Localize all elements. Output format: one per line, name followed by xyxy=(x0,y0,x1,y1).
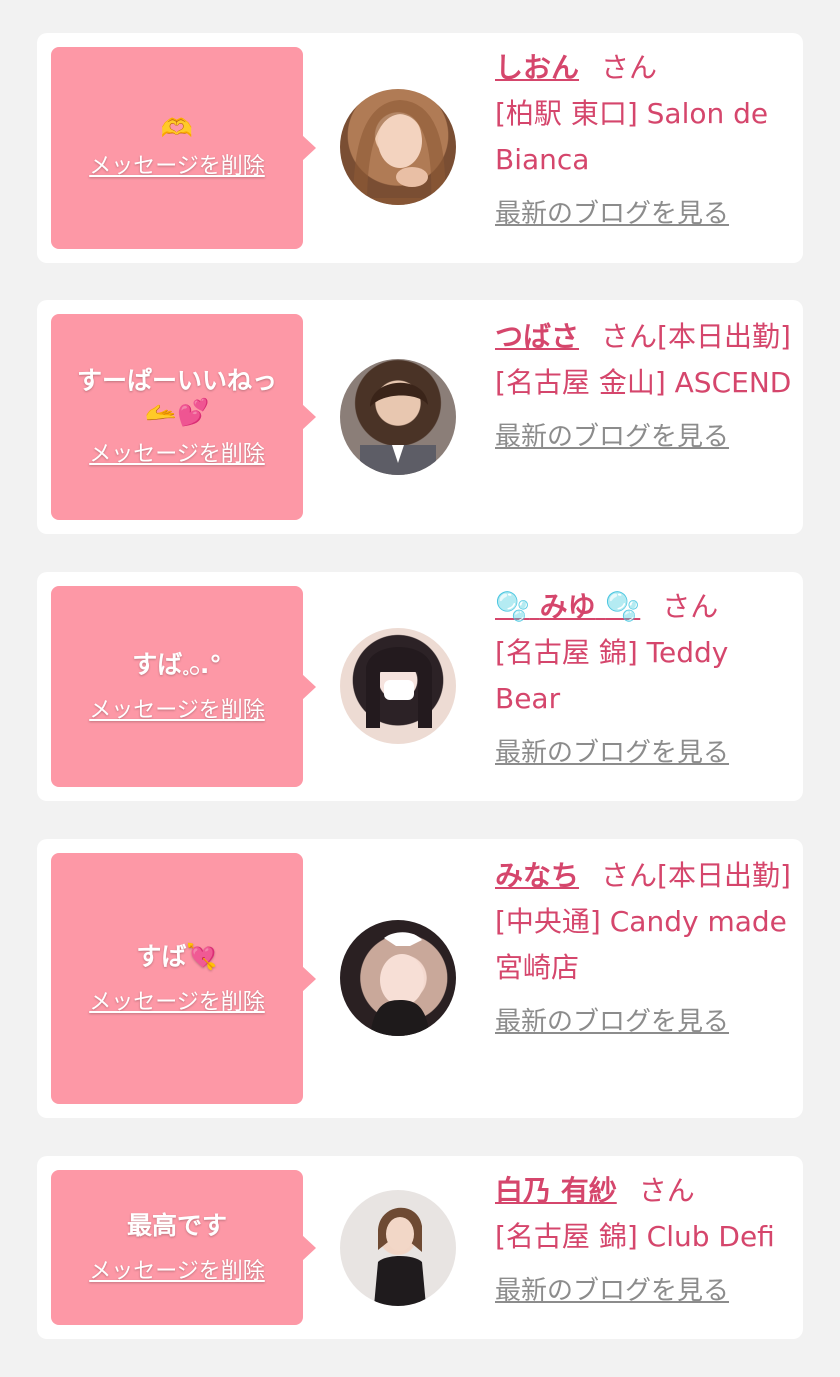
honorific: さん xyxy=(638,1174,695,1207)
message-bubble: 🫶 メッセージを削除 xyxy=(51,47,316,249)
shop-name: [名古屋 錦] Club Defi xyxy=(495,1220,775,1253)
cast-name-link[interactable]: みなち xyxy=(495,859,579,892)
cast-name-link[interactable]: つばさ xyxy=(495,320,579,353)
cast-name-link[interactable]: 🫧 みゆ 🫧 xyxy=(495,590,640,623)
delete-message-link[interactable]: メッセージを削除 xyxy=(89,1257,265,1287)
cast-info: つばさ さん[本日出勤] [名古屋 金山] ASCEND 最新のブログを見る xyxy=(495,314,795,454)
shop-name: [柏駅 東口] Salon de Bianca xyxy=(495,97,769,176)
message-bubble: すば𓈒𓂂.° メッセージを削除 xyxy=(51,586,316,787)
cast-info: 白乃 有紗 さん [名古屋 錦] Club Defi 最新のブログを見る xyxy=(495,1168,795,1308)
name-line: 🫧 みゆ 🫧 さん xyxy=(495,584,795,630)
delete-message-link[interactable]: メッセージを削除 xyxy=(89,440,265,470)
message-bubble: すーぱーいいねっ 🫴💕 メッセージを削除 xyxy=(51,314,316,520)
cast-name-link[interactable]: 白乃 有紗 xyxy=(495,1174,617,1207)
latest-blog-link[interactable]: 最新のブログを見る xyxy=(495,1005,795,1039)
avatar[interactable] xyxy=(340,628,456,744)
avatar-photo xyxy=(366,647,432,728)
name-line: みなち さん[本日出勤] xyxy=(495,853,795,899)
message-text: すば💘 xyxy=(136,941,218,971)
cast-name-text: みゆ xyxy=(539,590,596,623)
honorific: さん[本日出勤] xyxy=(601,859,791,892)
honorific: さん[本日出勤] xyxy=(601,320,791,353)
cast-info: 🫧 みゆ 🫧 さん [名古屋 錦] Teddy Bear 最新のブログを見る xyxy=(495,584,795,770)
latest-blog-link[interactable]: 最新のブログを見る xyxy=(495,420,795,454)
avatar[interactable] xyxy=(340,89,456,205)
honorific: さん xyxy=(662,590,719,623)
latest-blog-link[interactable]: 最新のブログを見る xyxy=(495,736,795,770)
bubbles-icon: 🫧 xyxy=(605,590,641,623)
message-card: 最高です メッセージを削除 白乃 有紗 さん [名古屋 錦] Club Defi … xyxy=(37,1156,803,1339)
avatar[interactable] xyxy=(340,359,456,475)
shop-name: [名古屋 錦] Teddy Bear xyxy=(495,636,729,715)
name-line: 白乃 有紗 さん xyxy=(495,1168,795,1214)
avatar-photo xyxy=(352,99,446,205)
message-bubble: すば💘 メッセージを削除 xyxy=(51,853,316,1104)
avatar[interactable] xyxy=(340,920,456,1036)
avatar[interactable] xyxy=(340,1190,456,1306)
cast-name-link[interactable]: しおん xyxy=(495,51,579,84)
latest-blog-link[interactable]: 最新のブログを見る xyxy=(495,1274,795,1308)
message-card: すーぱーいいねっ 🫴💕 メッセージを削除 つばさ さん[本日出勤] [名古屋 金山… xyxy=(37,300,803,534)
message-card: すば𓈒𓂂.° メッセージを削除 🫧 みゆ 🫧 さん [名古屋 錦] Teddy B… xyxy=(37,572,803,801)
delete-message-link[interactable]: メッセージを削除 xyxy=(89,988,265,1018)
message-text: 最高です xyxy=(126,1210,227,1240)
latest-blog-link[interactable]: 最新のブログを見る xyxy=(495,197,795,231)
cast-info: みなち さん[本日出勤] [中央通] Candy made 宮崎店 最新のブログを… xyxy=(495,853,795,1039)
hand-heart-icon: 🫴💕 xyxy=(144,398,210,428)
honorific: さん xyxy=(601,51,658,84)
message-card: すば💘 メッセージを削除 みなち さん[本日出勤] [中央通] Candy mad… xyxy=(37,839,803,1118)
message-card: 🫶 メッセージを削除 しおん さん [柏駅 東口] Salon de Bianca… xyxy=(37,33,803,263)
message-text: すば𓈒𓂂.° xyxy=(132,649,222,679)
message-bubble: 最高です メッセージを削除 xyxy=(51,1170,316,1325)
delete-message-link[interactable]: メッセージを削除 xyxy=(89,696,265,726)
message-list: 🫶 メッセージを削除 しおん さん [柏駅 東口] Salon de Bianca… xyxy=(0,0,840,1377)
name-line: つばさ さん[本日出勤] xyxy=(495,314,795,360)
shop-name: [名古屋 金山] ASCEND xyxy=(495,366,792,399)
shop-name: [中央通] Candy made 宮崎店 xyxy=(495,905,787,984)
heart-hands-icon: 🫶 xyxy=(160,114,194,144)
avatar-photo xyxy=(370,932,430,1036)
cast-info: しおん さん [柏駅 東口] Salon de Bianca 最新のブログを見る xyxy=(495,45,795,231)
avatar-photo xyxy=(374,1207,426,1306)
bubbles-icon: 🫧 xyxy=(495,590,530,623)
name-line: しおん さん xyxy=(495,45,795,91)
avatar-photo xyxy=(360,382,436,475)
delete-message-link[interactable]: メッセージを削除 xyxy=(89,152,265,182)
message-text: すーぱーいいねっ xyxy=(76,366,277,395)
